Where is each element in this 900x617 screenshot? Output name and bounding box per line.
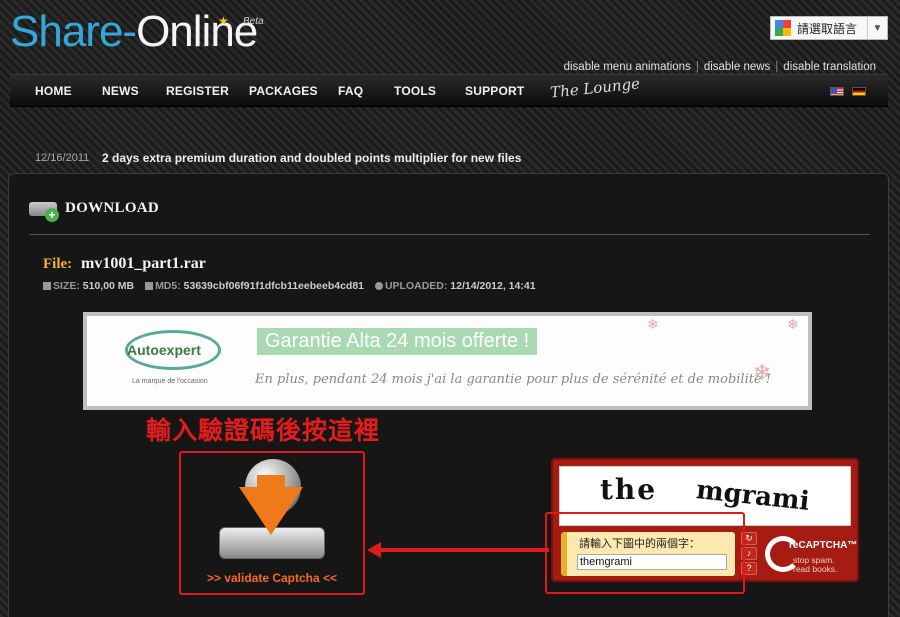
validate-captcha-label: >> validate Captcha << [206,571,338,585]
annotation-arrow [379,548,549,552]
nav-tools[interactable]: TOOLS [394,84,436,98]
main-nav: HOME NEWS REGISTER PACKAGES FAQ TOOLS SU… [10,74,888,107]
beta-badge: Beta [243,16,264,27]
nav-lounge[interactable]: The Lounge [549,74,640,101]
size-label: SIZE: [53,280,80,292]
star-icon: ★ [218,14,229,28]
ad-banner[interactable]: Autoexpert La marque de l'occasion Garan… [83,312,812,410]
nav-home[interactable]: HOME [35,84,72,98]
download-drive-icon: + [29,196,61,222]
snowflake-icon: ❄ [787,316,799,332]
copy-icon [145,282,154,290]
divider: | [775,61,779,73]
snowflake-icon: ❄ [647,316,659,332]
uploaded-value: 12/14/2012, 14:41 [450,280,536,292]
nav-faq[interactable]: FAQ [338,84,363,98]
google-translate-icon [775,20,791,36]
de-flag-icon[interactable] [852,87,866,96]
annotation-caption: 輸入驗證碼後按這裡 [146,416,381,445]
size-value: 510,00 MB [82,280,135,292]
recaptcha-tagline: stop spam. read books. [793,556,837,574]
uploaded-label: UPLOADED: [384,280,448,292]
disable-news-link[interactable]: disable news [704,61,770,73]
divider: | [695,61,699,73]
top-links: disable menu animations | disable news | dis… [564,61,876,73]
nav-news[interactable]: NEWS [102,84,139,98]
validate-captcha-button[interactable]: >> validate Captcha << [179,451,365,595]
us-flag-icon[interactable] [830,87,844,96]
file-meta: SIZE: 510,00 MB MD5: 53639cbf06f91f1dfcb… [43,280,544,292]
snowflake-icon: ❄ [753,360,772,385]
hdd-icon [43,282,51,290]
language-select-label: 請選取語言 [797,21,858,36]
md5-label: MD5: [155,280,181,292]
language-select[interactable]: 請選取語言 ▼ [770,16,888,40]
ad-logo: Autoexpert [127,342,201,358]
file-name: mv1001_part1.rar [81,255,206,272]
chevron-down-icon[interactable]: ▼ [867,17,887,39]
nav-packages[interactable]: PACKAGES [249,84,318,98]
md5-value: 53639cbf06f91f1dfcb11eebeeb4cd81 [183,280,365,292]
download-panel: + DOWNLOAD File: mv1001_part1.rar SIZE: … [8,173,889,617]
download-arrow-icon [239,487,303,535]
ad-subtext: En plus, pendant 24 mois j'ai la garanti… [255,372,772,387]
annotation-highlight-box [545,512,745,594]
recaptcha-tagline-2: read books. [793,564,838,574]
file-label: File: [43,256,73,272]
captcha-word-1: the [600,473,658,506]
captcha-word-2: mgrami [694,475,811,517]
news-headline[interactable]: 2 days extra premium duration and double… [102,151,521,165]
recaptcha-brand: reCAPTCHA™ [789,540,858,551]
nav-support[interactable]: SUPPORT [465,84,524,98]
logo-online: Online [136,7,258,56]
ad-tagline: La marque de l'occasion [132,378,208,385]
ad-headline: Garantie Alta 24 mois offerte ! [257,328,538,355]
news-date: 12/16/2011 [35,152,90,164]
disable-menu-animations-link[interactable]: disable menu animations [564,61,691,73]
clock-icon [374,282,383,290]
nav-register[interactable]: REGISTER [166,84,229,98]
section-title: DOWNLOAD [65,200,160,216]
logo-share: Share- [10,7,137,56]
disable-translation-link[interactable]: disable translation [783,61,876,73]
divider [29,234,870,235]
